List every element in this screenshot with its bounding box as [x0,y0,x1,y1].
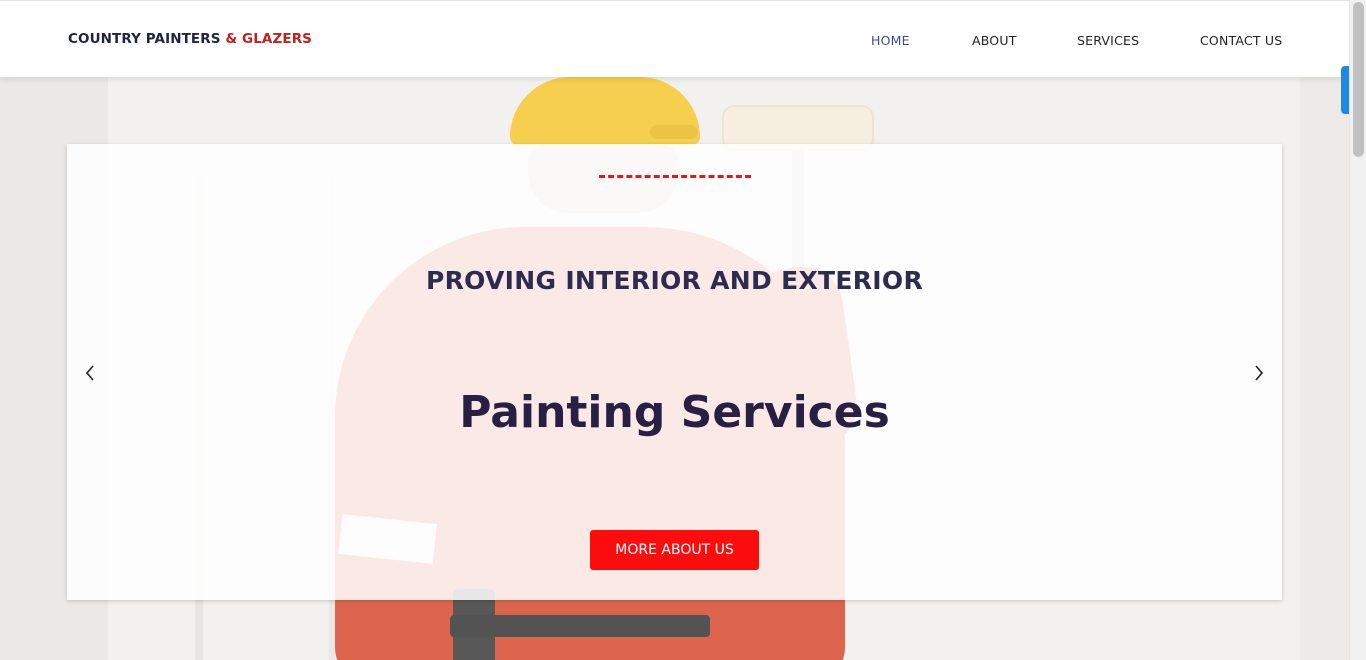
site-header: COUNTRY PAINTERS & GLAZERS HOME ABOUT SE… [0,0,1349,77]
slider-prev-button[interactable] [78,363,102,387]
page-scrollbar[interactable] [1349,0,1366,660]
nav-contact-us[interactable]: CONTACT US [1200,33,1282,48]
hero-title: Painting Services [459,387,890,438]
hero-subtitle: PROVING INTERIOR AND EXTERIOR [425,266,924,295]
decorative-dashed-line [599,175,751,178]
slider-next-button[interactable] [1247,363,1271,387]
chevron-left-icon [84,364,96,386]
nav-home[interactable]: HOME [871,33,910,48]
nav-services[interactable]: SERVICES [1077,33,1139,48]
nav-about[interactable]: ABOUT [972,33,1017,48]
chevron-right-icon [1253,364,1265,386]
brand-name-accent: & GLAZERS [225,31,313,47]
scrollbar-thumb[interactable] [1353,2,1364,157]
brand-name: COUNTRY PAINTERS [68,31,221,47]
brand-logo[interactable]: COUNTRY PAINTERS & GLAZERS [68,31,312,47]
more-about-us-button[interactable]: MORE ABOUT US [590,530,759,570]
floating-side-tab[interactable] [1341,66,1349,114]
hero-slide-card: PROVING INTERIOR AND EXTERIOR Painting S… [67,144,1282,600]
